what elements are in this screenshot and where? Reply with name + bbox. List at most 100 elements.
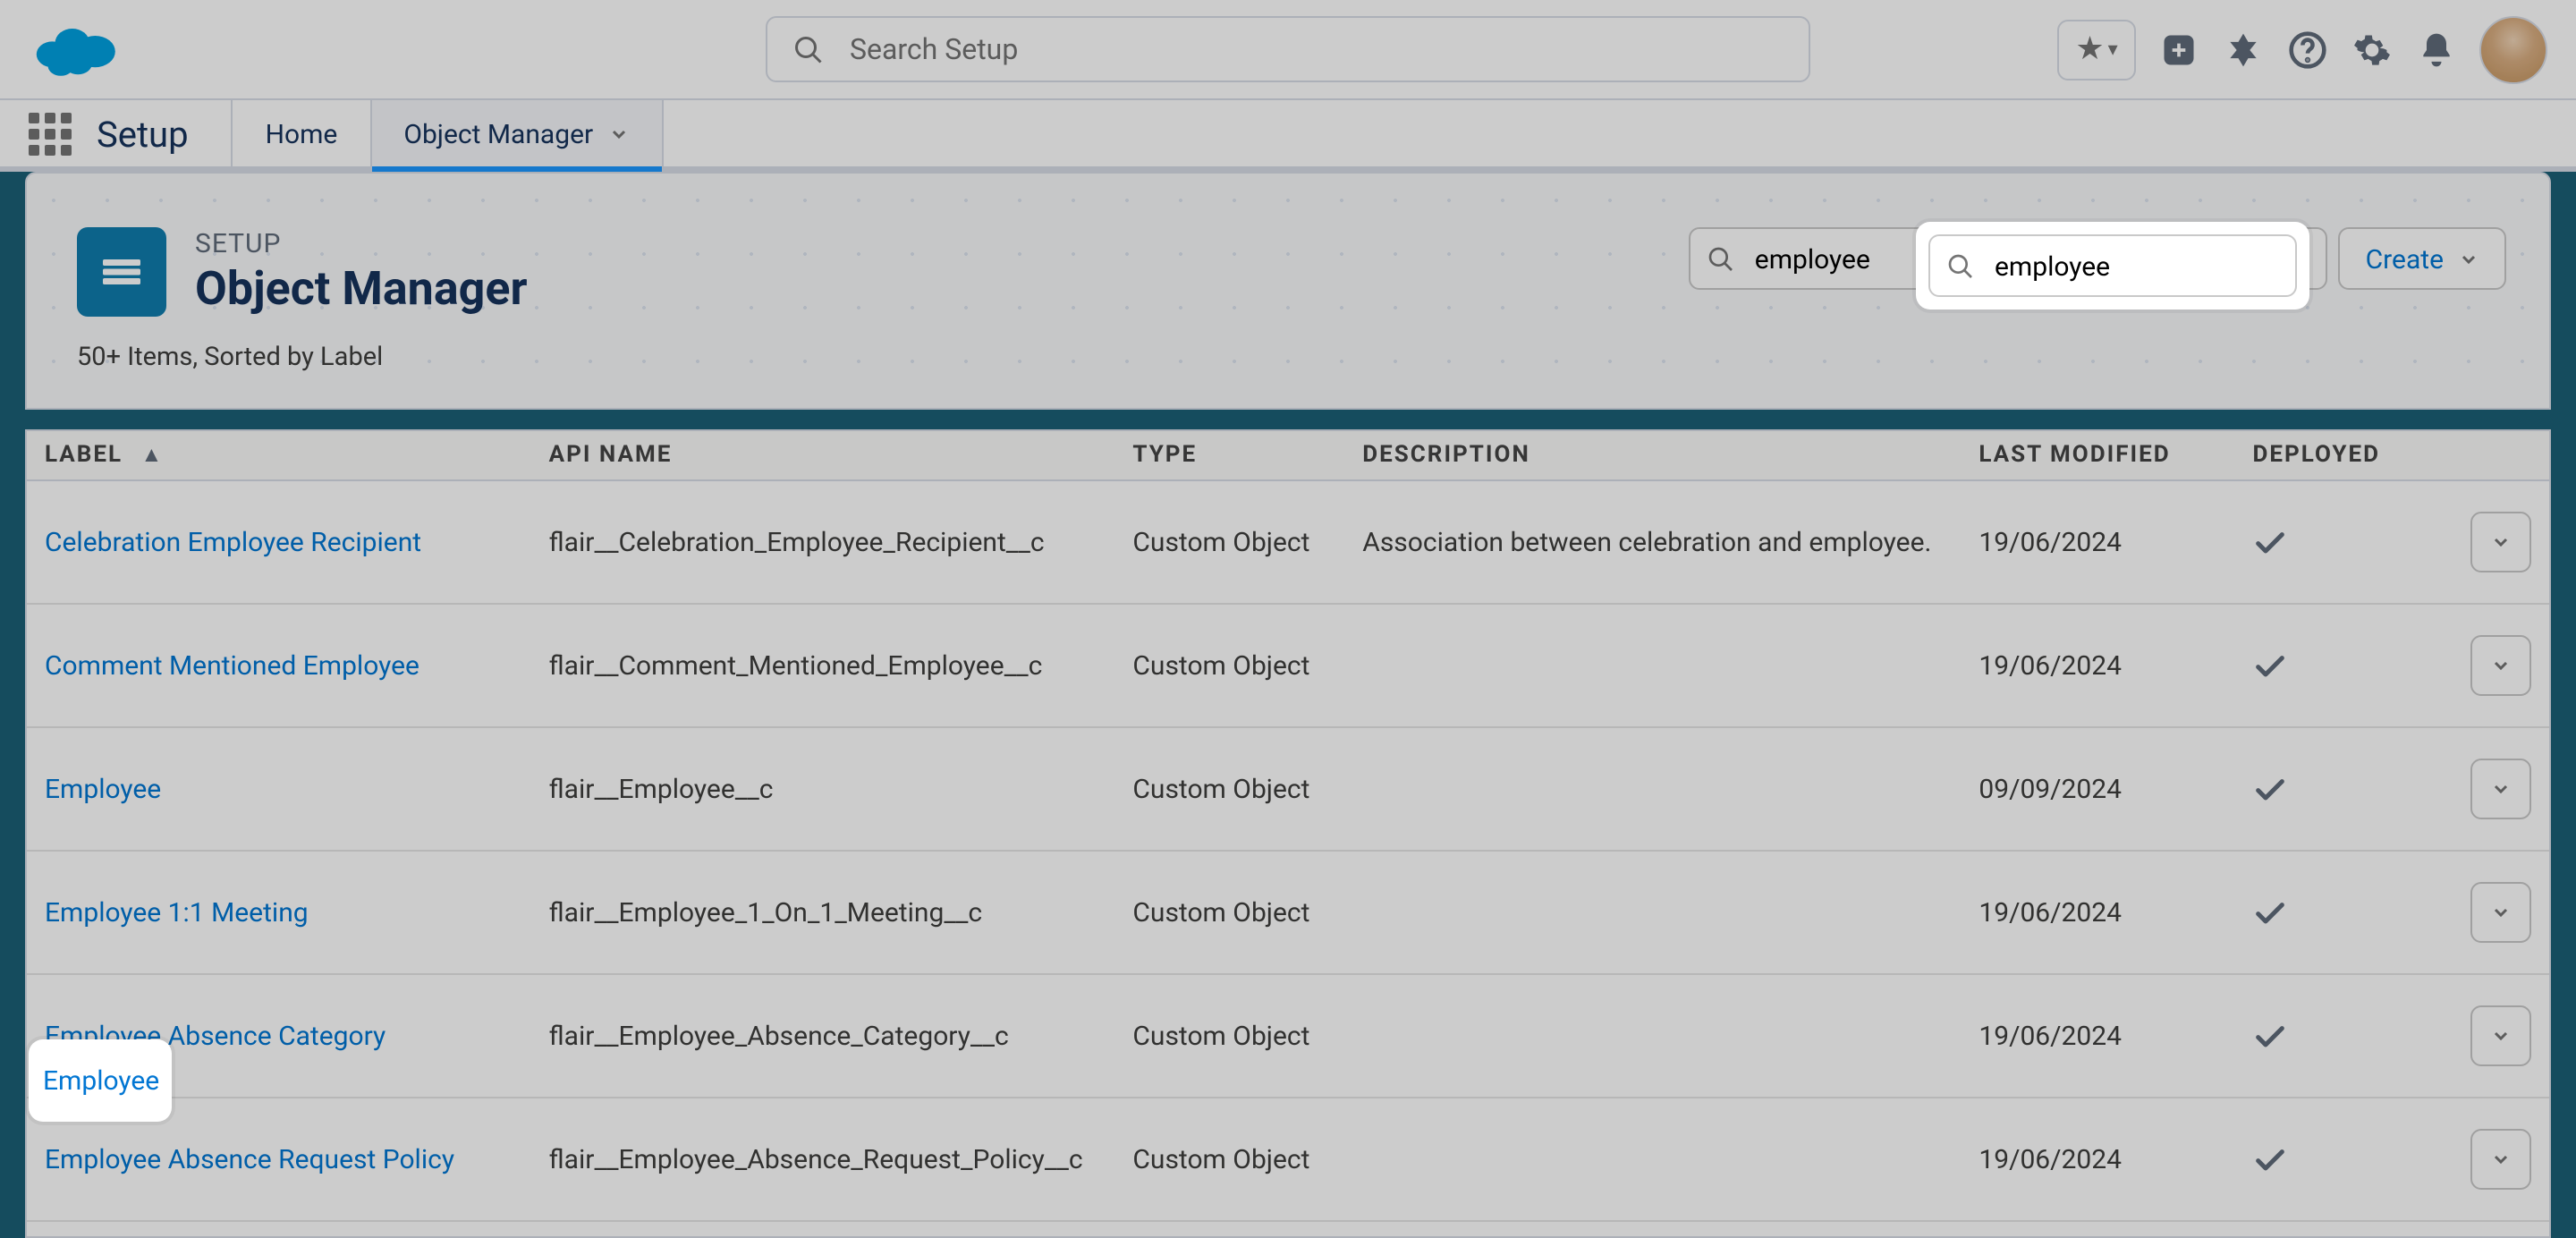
object-label-link[interactable]: Employee Absence Request Policy xyxy=(45,1143,454,1175)
search-icon xyxy=(792,33,825,65)
col-header-api-name[interactable]: API NAME xyxy=(531,431,1115,480)
type-cell: Custom Object xyxy=(1114,1098,1344,1221)
last-modified-cell: 19/06/2024 xyxy=(1961,1221,2234,1236)
object-label-link[interactable]: Employee 1:1 Meeting xyxy=(45,896,309,928)
deployed-cell xyxy=(2234,727,2452,851)
api-name-cell: flair__Comment_Mentioned_Employee__c xyxy=(531,604,1115,727)
deployed-cell xyxy=(2234,1221,2452,1236)
description-cell xyxy=(1344,1098,1961,1221)
object-label-link[interactable]: Employee xyxy=(45,773,161,805)
row-actions-button[interactable] xyxy=(2470,512,2531,572)
row-actions-button[interactable] xyxy=(2470,635,2531,696)
user-avatar[interactable] xyxy=(2479,15,2547,83)
check-icon xyxy=(2252,1018,2434,1054)
app-launcher[interactable] xyxy=(25,100,75,166)
notifications-button[interactable] xyxy=(2415,28,2458,71)
sort-asc-icon: ▲ xyxy=(141,442,165,467)
row-actions-button[interactable] xyxy=(2470,1129,2531,1190)
global-header: ★ ▾ xyxy=(0,0,2576,100)
highlight-quick-find xyxy=(1916,222,2309,310)
check-icon xyxy=(2252,771,2434,807)
object-table: LABEL ▲ API NAME TYPE DESCRIPTION LAST M… xyxy=(25,429,2551,1238)
last-modified-cell: 09/09/2024 xyxy=(1961,727,2234,851)
star-icon: ★ xyxy=(2075,30,2104,68)
description-cell xyxy=(1344,1221,1961,1236)
object-label-link[interactable]: Comment Mentioned Employee xyxy=(45,649,419,682)
deployed-cell xyxy=(2234,974,2452,1098)
description-cell xyxy=(1344,851,1961,974)
type-cell: Custom Object xyxy=(1114,480,1344,604)
table-row: Employee Accrual Policyflair__Employee_A… xyxy=(27,1221,2549,1236)
page-title: Object Manager xyxy=(195,263,528,317)
global-search[interactable] xyxy=(766,16,1810,82)
table-scroll[interactable]: LABEL ▲ API NAME TYPE DESCRIPTION LAST M… xyxy=(27,431,2549,1236)
nav-item-object-manager[interactable]: Object Manager xyxy=(369,100,663,166)
global-actions-button[interactable] xyxy=(2157,28,2200,71)
deployed-cell xyxy=(2234,1098,2452,1221)
breadcrumb: SETUP xyxy=(195,227,528,259)
api-name-cell: flair__Employee_1_On_1_Meeting__c xyxy=(531,851,1115,974)
description-cell xyxy=(1344,727,1961,851)
waffle-icon xyxy=(29,112,72,155)
check-icon xyxy=(2252,895,2434,930)
description-cell xyxy=(1344,604,1961,727)
last-modified-cell: 19/06/2024 xyxy=(1961,851,2234,974)
description-cell xyxy=(1344,974,1961,1098)
col-header-deployed[interactable]: DEPLOYED xyxy=(2234,431,2452,480)
table-row: Employee Absence Request Policy flair__Em… xyxy=(27,1098,2549,1221)
create-button[interactable]: Create xyxy=(2339,227,2506,290)
col-header-type[interactable]: TYPE xyxy=(1114,431,1344,480)
global-search-input[interactable] xyxy=(850,32,1784,66)
salesforce-logo xyxy=(32,19,118,80)
type-cell: Custom Object xyxy=(1114,1221,1344,1236)
chevron-down-icon: ▾ xyxy=(2108,38,2118,61)
employee-link-highlighted[interactable]: Employee xyxy=(43,1064,159,1097)
deployed-cell xyxy=(2234,604,2452,727)
last-modified-cell: 19/06/2024 xyxy=(1961,974,2234,1098)
col-header-text: LABEL xyxy=(45,442,123,469)
col-header-actions xyxy=(2453,431,2549,480)
api-name-cell: flair__Employee__c xyxy=(531,727,1115,851)
header-utilities: ★ ▾ xyxy=(2057,15,2547,83)
col-header-last-modified[interactable]: LAST MODIFIED xyxy=(1961,431,2234,480)
app-name: Setup xyxy=(97,100,232,166)
row-actions-button[interactable] xyxy=(2470,759,2531,819)
last-modified-cell: 19/06/2024 xyxy=(1961,480,2234,604)
setup-gear-button[interactable] xyxy=(2351,28,2394,71)
nav-item-label: Home xyxy=(266,117,338,149)
nav-bar: Setup Home Object Manager xyxy=(0,100,2576,172)
nav-item-home[interactable]: Home xyxy=(232,100,370,166)
row-actions-button[interactable] xyxy=(2470,1005,2531,1066)
nav-item-label: Object Manager xyxy=(403,117,593,149)
row-actions-button[interactable] xyxy=(2470,882,2531,943)
guidance-center-button[interactable] xyxy=(2222,28,2265,71)
last-modified-cell: 19/06/2024 xyxy=(1961,604,2234,727)
col-header-label[interactable]: LABEL ▲ xyxy=(27,431,531,480)
api-name-cell: flair__Employee_Absence_Request_Policy__… xyxy=(531,1098,1115,1221)
create-button-label: Create xyxy=(2366,242,2444,275)
table-row: Employee 1:1 Meeting flair__Employee_1_On… xyxy=(27,851,2549,974)
table-row: Comment Mentioned Employee flair__Comment… xyxy=(27,604,2549,727)
type-cell: Custom Object xyxy=(1114,727,1344,851)
deployed-cell xyxy=(2234,851,2452,974)
api-name-cell: flair__Celebration_Employee_Recipient__c xyxy=(531,480,1115,604)
description-cell: Association between celebration and empl… xyxy=(1344,480,1961,604)
check-icon xyxy=(2252,524,2434,560)
favorites-button[interactable]: ★ ▾ xyxy=(2057,19,2136,80)
table-row: Celebration Employee Recipient flair__Cel… xyxy=(27,480,2549,604)
check-icon xyxy=(2252,648,2434,683)
table-row: Employee Absence Categoryflair__Employee… xyxy=(27,974,2549,1098)
page-header-subtitle: 50+ Items, Sorted by Label xyxy=(77,342,2499,372)
object-label-link[interactable]: Celebration Employee Recipient xyxy=(45,526,421,558)
last-modified-cell: 19/06/2024 xyxy=(1961,1098,2234,1221)
chevron-down-icon xyxy=(607,123,629,144)
deployed-cell xyxy=(2234,480,2452,604)
col-header-description[interactable]: DESCRIPTION xyxy=(1344,431,1961,480)
search-icon xyxy=(1707,244,1735,273)
chevron-down-icon xyxy=(2458,248,2479,269)
table-row: Employee flair__Employee__cCustom Object 0… xyxy=(27,727,2549,851)
type-cell: Custom Object xyxy=(1114,851,1344,974)
search-icon xyxy=(1946,251,1975,280)
help-button[interactable] xyxy=(2286,28,2329,71)
quick-find-input-highlighted[interactable] xyxy=(1928,234,2297,297)
